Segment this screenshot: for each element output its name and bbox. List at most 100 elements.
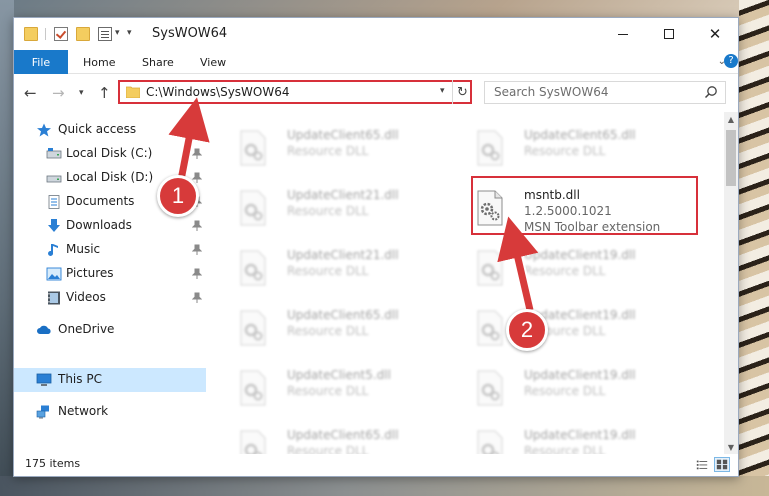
refresh-icon[interactable]: ↻	[452, 80, 472, 104]
navigation-bar: ← → ▾ ↑ C:\Windows\SysWOW64 ▾ ↻ Search S…	[14, 75, 738, 111]
details-view-icon[interactable]	[694, 457, 710, 472]
sidebar-item-label: Quick access	[58, 122, 137, 136]
properties-check-icon[interactable]	[54, 27, 68, 41]
forward-arrow-icon[interactable]: →	[52, 84, 65, 102]
sidebar-item-local-disk-c[interactable]: Local Disk (C:)	[14, 142, 206, 166]
file-type: Resource DLL	[287, 204, 369, 218]
file-item[interactable]: UpdateClient19.dll Resource DLL	[464, 362, 690, 416]
videos-icon	[48, 291, 60, 305]
sidebar-item-label: Local Disk (D:)	[66, 170, 154, 184]
file-name: UpdateClient19.dll	[524, 248, 636, 262]
sidebar-item-label: Pictures	[66, 266, 114, 280]
tab-home[interactable]: Home	[83, 50, 115, 74]
dll-file-icon	[240, 430, 266, 454]
dll-file-icon	[477, 370, 503, 406]
window-title: SysWOW64	[152, 26, 228, 41]
folder-icon	[24, 27, 38, 41]
sidebar-item-downloads[interactable]: Downloads	[14, 214, 206, 238]
close-button[interactable]: ✕	[692, 18, 738, 50]
file-item[interactable]: UpdateClient19.dll Resource DLL	[464, 422, 690, 454]
file-item[interactable]: UpdateClient65.dll Resource DLL	[227, 302, 453, 356]
maximize-button[interactable]	[646, 18, 692, 50]
computer-icon	[36, 373, 52, 386]
chevron-down-icon[interactable]: ▾	[440, 86, 445, 96]
file-item[interactable]: UpdateClient19.dll Resource DLL	[464, 302, 690, 356]
dll-file-icon	[240, 370, 266, 406]
quick-access-toolbar-dropdown-icon[interactable]: ▾	[127, 28, 132, 38]
pin-icon[interactable]	[192, 196, 202, 208]
search-icon[interactable]	[704, 85, 718, 99]
search-input[interactable]: Search SysWOW64	[484, 81, 726, 104]
pin-icon[interactable]	[192, 292, 202, 304]
pin-icon[interactable]	[192, 220, 202, 232]
sidebar-item-this-pc[interactable]: This PC	[14, 368, 206, 392]
file-item[interactable]: UpdateClient21.dll Resource DLL	[227, 182, 453, 236]
sidebar-item-music[interactable]: Music	[14, 238, 206, 262]
scroll-up-arrow-icon[interactable]: ▲	[724, 112, 738, 126]
dll-file-icon	[240, 310, 266, 346]
maximize-icon	[664, 29, 674, 39]
scrollbar-thumb[interactable]	[726, 130, 736, 186]
star-icon	[37, 123, 51, 137]
search-placeholder: Search SysWOW64	[494, 85, 609, 99]
sidebar-item-label: This PC	[58, 372, 102, 386]
music-icon	[48, 244, 58, 256]
file-type: Resource DLL	[287, 324, 369, 338]
file-list: UpdateClient65.dll Resource DLL UpdateCl…	[219, 112, 724, 454]
dll-file-icon	[477, 430, 503, 454]
file-item[interactable]: UpdateClient65.dll Resource DLL	[227, 422, 453, 454]
minimize-button[interactable]	[600, 18, 646, 50]
pin-icon[interactable]	[192, 172, 202, 184]
tab-view[interactable]: View	[200, 50, 226, 74]
close-icon: ✕	[708, 25, 722, 43]
pin-icon[interactable]	[192, 148, 202, 160]
file-type: Resource DLL	[287, 444, 369, 454]
file-item[interactable]: UpdateClient65.dll Resource DLL	[227, 122, 453, 176]
file-name: UpdateClient19.dll	[524, 308, 636, 322]
file-item[interactable]: UpdateClient5.dll Resource DLL	[227, 362, 453, 416]
file-type: Resource DLL	[524, 264, 606, 278]
pictures-icon	[46, 267, 62, 281]
dll-file-icon	[477, 130, 503, 166]
new-folder-icon[interactable]	[76, 27, 90, 41]
tab-file[interactable]: File	[14, 50, 68, 74]
large-icons-view-icon[interactable]	[714, 457, 730, 472]
file-type: Resource DLL	[524, 324, 606, 338]
file-item[interactable]: UpdateClient19.dll Resource DLL	[464, 242, 690, 296]
file-type: Resource DLL	[287, 384, 369, 398]
sidebar-item-onedrive[interactable]: OneDrive	[14, 318, 206, 342]
sidebar-item-documents[interactable]: Documents	[14, 190, 206, 214]
sidebar-item-local-disk-d[interactable]: Local Disk (D:)	[14, 166, 206, 190]
file-explorer-window: ▾ ▾ SysWOW64 ✕ File Home Share View ⌄ ? …	[13, 17, 739, 477]
scroll-down-arrow-icon[interactable]: ▼	[724, 440, 738, 454]
sidebar-item-network[interactable]: Network	[14, 400, 206, 424]
sidebar-item-label: Network	[58, 404, 109, 418]
sidebar-item-quick-access[interactable]: Quick access	[14, 118, 206, 142]
chevron-down-icon[interactable]: ▾	[115, 28, 120, 38]
sidebar-item-label: Music	[66, 242, 101, 256]
back-arrow-icon[interactable]: ←	[24, 84, 37, 102]
recent-locations-chevron-icon[interactable]: ▾	[79, 88, 84, 98]
pin-icon[interactable]	[192, 268, 202, 280]
help-icon[interactable]: ?	[724, 54, 738, 68]
highlight-box-msntb	[471, 176, 698, 235]
sidebar-item-videos[interactable]: Videos	[14, 286, 206, 310]
address-path[interactable]: C:\Windows\SysWOW64	[146, 85, 290, 99]
up-arrow-icon[interactable]: ↑	[98, 84, 111, 102]
toolbar-separator	[45, 28, 46, 40]
folder-icon	[126, 86, 140, 98]
file-type: Resource DLL	[524, 144, 606, 158]
file-item[interactable]: UpdateClient21.dll Resource DLL	[227, 242, 453, 296]
file-name: UpdateClient65.dll	[287, 308, 399, 322]
sidebar-item-label: Documents	[66, 194, 135, 208]
file-item[interactable]: UpdateClient65.dll Resource DLL	[464, 122, 690, 176]
tab-share[interactable]: Share	[142, 50, 174, 74]
customize-toolbar-icon[interactable]	[98, 27, 112, 41]
file-name: UpdateClient21.dll	[287, 188, 399, 202]
desktop-background-left	[0, 0, 14, 496]
pin-icon[interactable]	[192, 244, 202, 256]
vertical-scrollbar[interactable]: ▲ ▼	[724, 112, 738, 454]
address-bar[interactable]: C:\Windows\SysWOW64 ▾ ↻	[118, 80, 472, 104]
dll-file-icon	[240, 250, 266, 286]
sidebar-item-pictures[interactable]: Pictures	[14, 262, 206, 286]
